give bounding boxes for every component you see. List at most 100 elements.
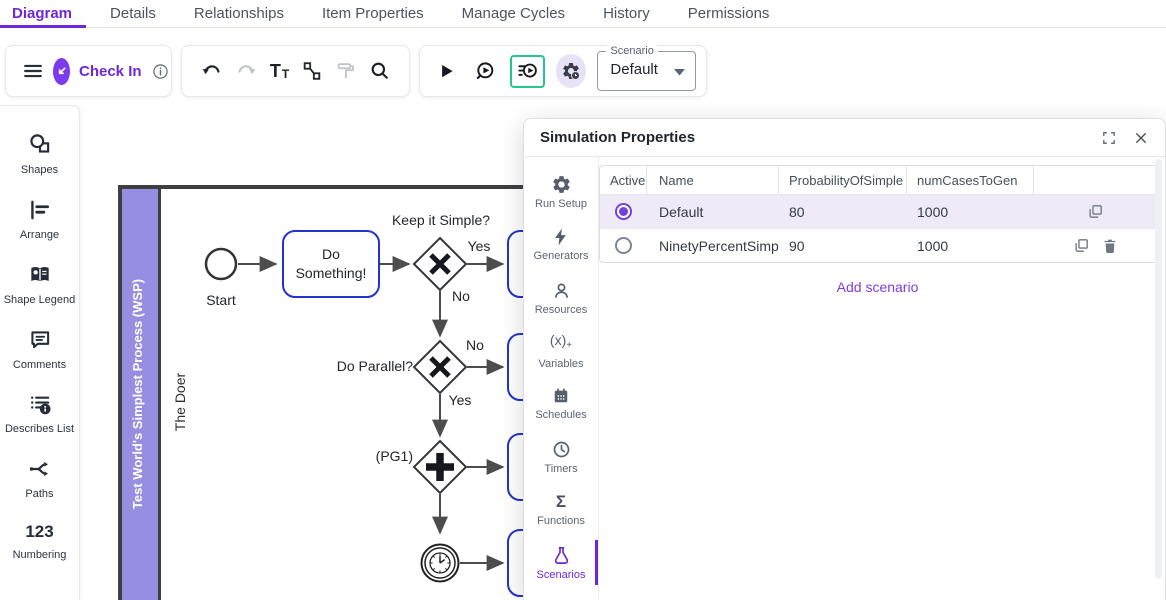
scenario-probability[interactable]: 80 [779, 204, 907, 220]
close-icon[interactable] [1133, 130, 1149, 146]
expand-icon[interactable] [1101, 130, 1117, 146]
tool-sidebar: Shapes Arrange Shape Legend Comments Des… [0, 105, 80, 600]
shape-legend-icon [27, 262, 53, 288]
add-scenario-button[interactable]: Add scenario [599, 279, 1156, 295]
active-radio[interactable] [615, 237, 632, 254]
sidebar-item-arrange[interactable]: Arrange [0, 187, 81, 252]
shapes-icon [27, 132, 53, 158]
paths-icon [27, 456, 53, 482]
menu-item-schedules[interactable]: Schedules [524, 377, 598, 430]
scenarios-panel: Active Name ProbabilityOfSimple numCases… [599, 157, 1165, 600]
menu-item-functions[interactable]: Σ Functions [524, 483, 598, 536]
task-label: Do Something! [283, 231, 379, 297]
tab-history[interactable]: History [603, 1, 650, 27]
arrange-icon [27, 197, 53, 223]
tab-permissions[interactable]: Permissions [688, 1, 770, 27]
edge-label-no1: No [441, 288, 481, 304]
menu-item-scenarios[interactable]: Scenarios [524, 536, 598, 589]
menu-item-generators[interactable]: Generators [524, 218, 598, 271]
undo-icon[interactable] [200, 60, 223, 83]
table-row[interactable]: Default 80 1000 [600, 195, 1157, 228]
edge-label-yes1: Yes [459, 238, 499, 254]
menu-icon[interactable] [22, 60, 44, 82]
simulation-menu: Run Setup Generators Resources (x)+ Vari… [524, 157, 599, 600]
pool-left-border [118, 185, 122, 600]
redo-icon[interactable] [235, 60, 258, 83]
sidebar-item-describes-list[interactable]: Describes List [0, 381, 81, 446]
pool-title: Test World's Simplest Process (WSP) [130, 224, 150, 564]
scenario-num-cases[interactable]: 1000 [907, 238, 1034, 254]
menu-item-timers[interactable]: Timers [524, 430, 598, 483]
clock-icon [551, 439, 572, 460]
info-icon[interactable] [151, 62, 170, 81]
table-row[interactable]: NinetyPercentSimple 90 1000 [600, 228, 1157, 262]
numbering-123-icon: 123 [25, 521, 53, 543]
copy-icon[interactable] [1072, 236, 1091, 255]
sidebar-item-comments[interactable]: Comments [0, 317, 81, 382]
tab-item-properties[interactable]: Item Properties [322, 1, 424, 27]
scenario-select-label: Scenario [606, 44, 657, 58]
scenarios-table: Active Name ProbabilityOfSimple numCases… [599, 165, 1158, 263]
col-num-cases: numCasesToGen [907, 166, 1034, 194]
sidebar-item-numbering[interactable]: 123 Numbering [0, 511, 81, 572]
pool-header-border [158, 189, 161, 600]
active-radio[interactable] [615, 203, 632, 220]
sidebar-item-shape-legend[interactable]: Shape Legend [0, 252, 81, 317]
copy-icon[interactable] [1086, 202, 1105, 221]
run-icon[interactable] [436, 61, 457, 82]
check-in-button[interactable]: Check In [79, 63, 142, 80]
search-icon[interactable] [369, 60, 391, 82]
app-window: Test World's Simplest Process (WSP) The … [0, 0, 1166, 600]
lightning-icon [551, 227, 571, 247]
start-event[interactable] [206, 249, 236, 279]
edit-toolbar-group: TT [181, 45, 410, 97]
chevron-down-icon [674, 69, 685, 76]
run-list-icon[interactable] [510, 55, 545, 88]
edge-label-no2: No [455, 337, 495, 353]
tab-details[interactable]: Details [110, 1, 156, 27]
simulation-settings-gear-icon[interactable] [556, 54, 586, 88]
col-active: Active [600, 166, 647, 194]
parallel-gateway-label: (PG1) [355, 448, 413, 464]
edge-label-yes2: Yes [440, 392, 480, 408]
dialog-header: Simulation Properties [524, 119, 1165, 157]
sigma-icon: Σ [556, 492, 566, 512]
text-icon[interactable]: TT [270, 62, 289, 80]
variables-icon: (x)+ [550, 331, 572, 355]
tab-diagram[interactable]: Diagram [12, 1, 72, 27]
checkin-toolbar-group: Check In [5, 45, 172, 97]
comments-icon [27, 327, 53, 353]
timer-event[interactable] [422, 545, 459, 582]
scenario-probability[interactable]: 90 [779, 238, 907, 254]
simulation-properties-dialog: Simulation Properties Run Setup Generato… [523, 118, 1166, 600]
menu-item-resources[interactable]: Resources [524, 271, 598, 324]
sequence-flows[interactable] [238, 264, 503, 563]
scenario-name[interactable]: Default [647, 204, 779, 220]
sidebar-item-shapes[interactable]: Shapes [0, 122, 81, 187]
flask-icon [551, 545, 572, 566]
scenario-select-value: Default [610, 61, 658, 78]
col-probability: ProbabilityOfSimple [779, 166, 907, 194]
tab-manage-cycles[interactable]: Manage Cycles [462, 1, 565, 27]
scenario-num-cases[interactable]: 1000 [907, 204, 1034, 220]
menu-item-run-setup[interactable]: Run Setup [524, 165, 598, 218]
menu-item-bottom-partial[interactable] [524, 589, 598, 600]
format-painter-icon[interactable] [335, 60, 357, 82]
check-in-icon[interactable] [53, 58, 70, 85]
run-preview-icon[interactable] [474, 60, 497, 83]
describes-list-icon [27, 391, 53, 417]
person-icon [551, 280, 572, 301]
scenario-select[interactable]: Scenario Default [597, 51, 696, 91]
gear-icon [551, 174, 572, 195]
menu-item-variables[interactable]: (x)+ Variables [524, 324, 598, 377]
sidebar-item-paths[interactable]: Paths [0, 446, 81, 511]
dialog-scrollbar[interactable] [1155, 159, 1162, 579]
scenario-name[interactable]: NinetyPercentSimple [647, 238, 779, 254]
trash-icon[interactable] [1101, 236, 1119, 255]
connector-icon[interactable] [301, 60, 323, 82]
dialog-title: Simulation Properties [540, 129, 695, 146]
top-bar: Diagram Details Relationships Item Prope… [0, 0, 1166, 105]
tab-relationships[interactable]: Relationships [194, 1, 284, 27]
parallel-gateway-pg1[interactable] [414, 441, 466, 493]
run-toolbar-group: Scenario Default [419, 45, 707, 97]
